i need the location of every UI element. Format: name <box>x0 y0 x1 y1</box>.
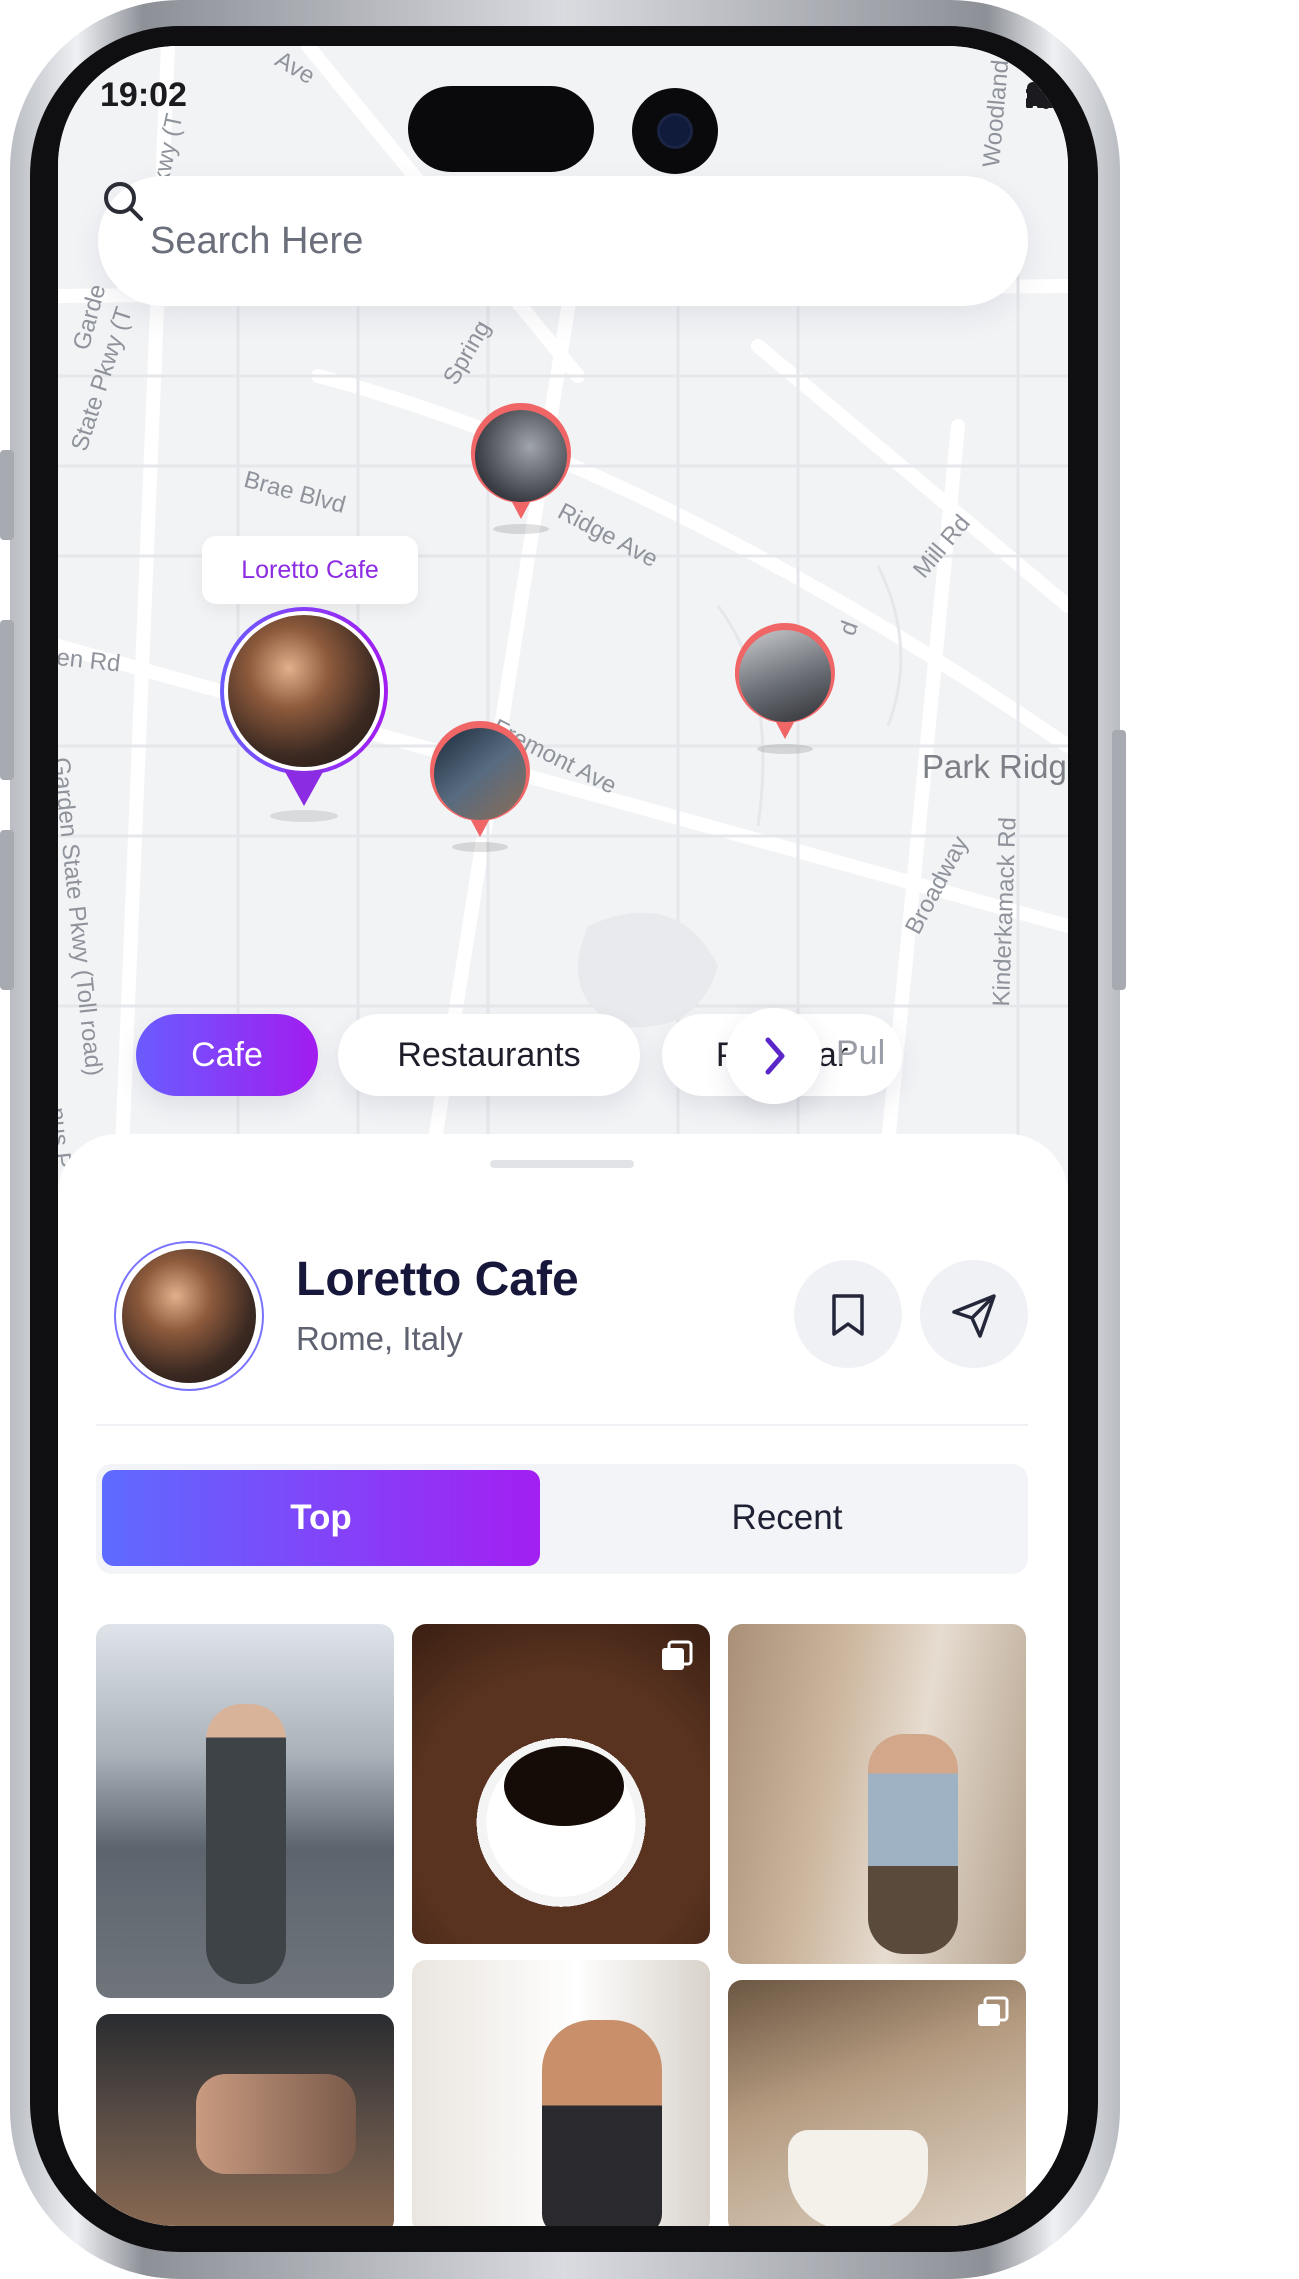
chip-cafe[interactable]: Cafe <box>136 1014 318 1096</box>
power-button <box>1112 730 1126 990</box>
photo-subject <box>868 1734 958 1954</box>
status-time: 19:02 <box>100 76 187 114</box>
pin-photo <box>739 630 831 722</box>
multi-photo-icon <box>662 1640 693 1670</box>
selected-map-pin[interactable] <box>214 606 394 826</box>
search-input[interactable] <box>148 212 912 270</box>
bottom-sheet: Loretto Cafe Rome, Italy Top Recent <box>58 1134 1068 2226</box>
avatar[interactable] <box>114 1241 264 1391</box>
area-label: Park Ridg <box>922 748 1067 785</box>
photo-subject <box>196 2074 356 2174</box>
place-location: Rome, Italy <box>296 1320 463 1357</box>
gallery-photo[interactable] <box>412 1624 710 1944</box>
map-view[interactable]: Ave Pkwy (T Garde State Pkwy (T Spring B… <box>58 46 1068 1246</box>
pin-photo <box>434 728 526 820</box>
sheet-handle[interactable] <box>490 1160 634 1168</box>
side-button <box>0 620 14 780</box>
tab-recent[interactable]: Recent <box>552 1470 1022 1566</box>
side-button <box>0 830 14 990</box>
send-icon <box>952 1294 996 1338</box>
photo-subject <box>504 1746 624 1826</box>
search-bar <box>98 176 1028 306</box>
bookmark-icon <box>832 1294 864 1336</box>
chips-next-button[interactable] <box>726 1008 822 1104</box>
photo-subject <box>206 1704 286 1984</box>
photo-subject <box>542 2020 662 2226</box>
gallery-photo[interactable] <box>728 1624 1026 1964</box>
search-icon[interactable] <box>98 176 148 226</box>
avatar-photo <box>122 1249 256 1383</box>
front-camera <box>632 88 718 174</box>
gallery-photo[interactable] <box>96 2014 394 2226</box>
multi-photo-icon <box>978 1996 1009 2026</box>
map-pin[interactable] <box>730 621 840 761</box>
chip-partial: Pul <box>836 1034 886 1072</box>
photo-subject <box>788 2130 928 2226</box>
battery-icon <box>1027 82 1068 106</box>
map-pin[interactable] <box>425 719 535 859</box>
camera-lens <box>660 116 690 146</box>
bookmark-button[interactable] <box>794 1260 902 1368</box>
dynamic-island <box>408 86 594 172</box>
pin-photo <box>475 410 567 502</box>
share-button[interactable] <box>920 1260 1028 1368</box>
pin-tooltip: Loretto Cafe <box>202 536 418 604</box>
place-name: Loretto Cafe <box>296 1253 579 1306</box>
app-screen: Ave Pkwy (T Garde State Pkwy (T Spring B… <box>58 46 1068 2226</box>
map-pin[interactable] <box>466 401 576 541</box>
divider <box>96 1424 1028 1426</box>
chevron-right-icon <box>765 1037 785 1075</box>
gallery-photo[interactable] <box>728 1980 1026 2226</box>
feed-tabs: Top Recent <box>96 1464 1028 1574</box>
pin-photo <box>224 611 384 771</box>
gallery-photo[interactable] <box>96 1624 394 1998</box>
tab-top[interactable]: Top <box>102 1470 540 1566</box>
chip-restaurants[interactable]: Restaurants <box>338 1014 640 1096</box>
gallery-photo[interactable] <box>412 1960 710 2226</box>
side-button <box>0 450 14 540</box>
